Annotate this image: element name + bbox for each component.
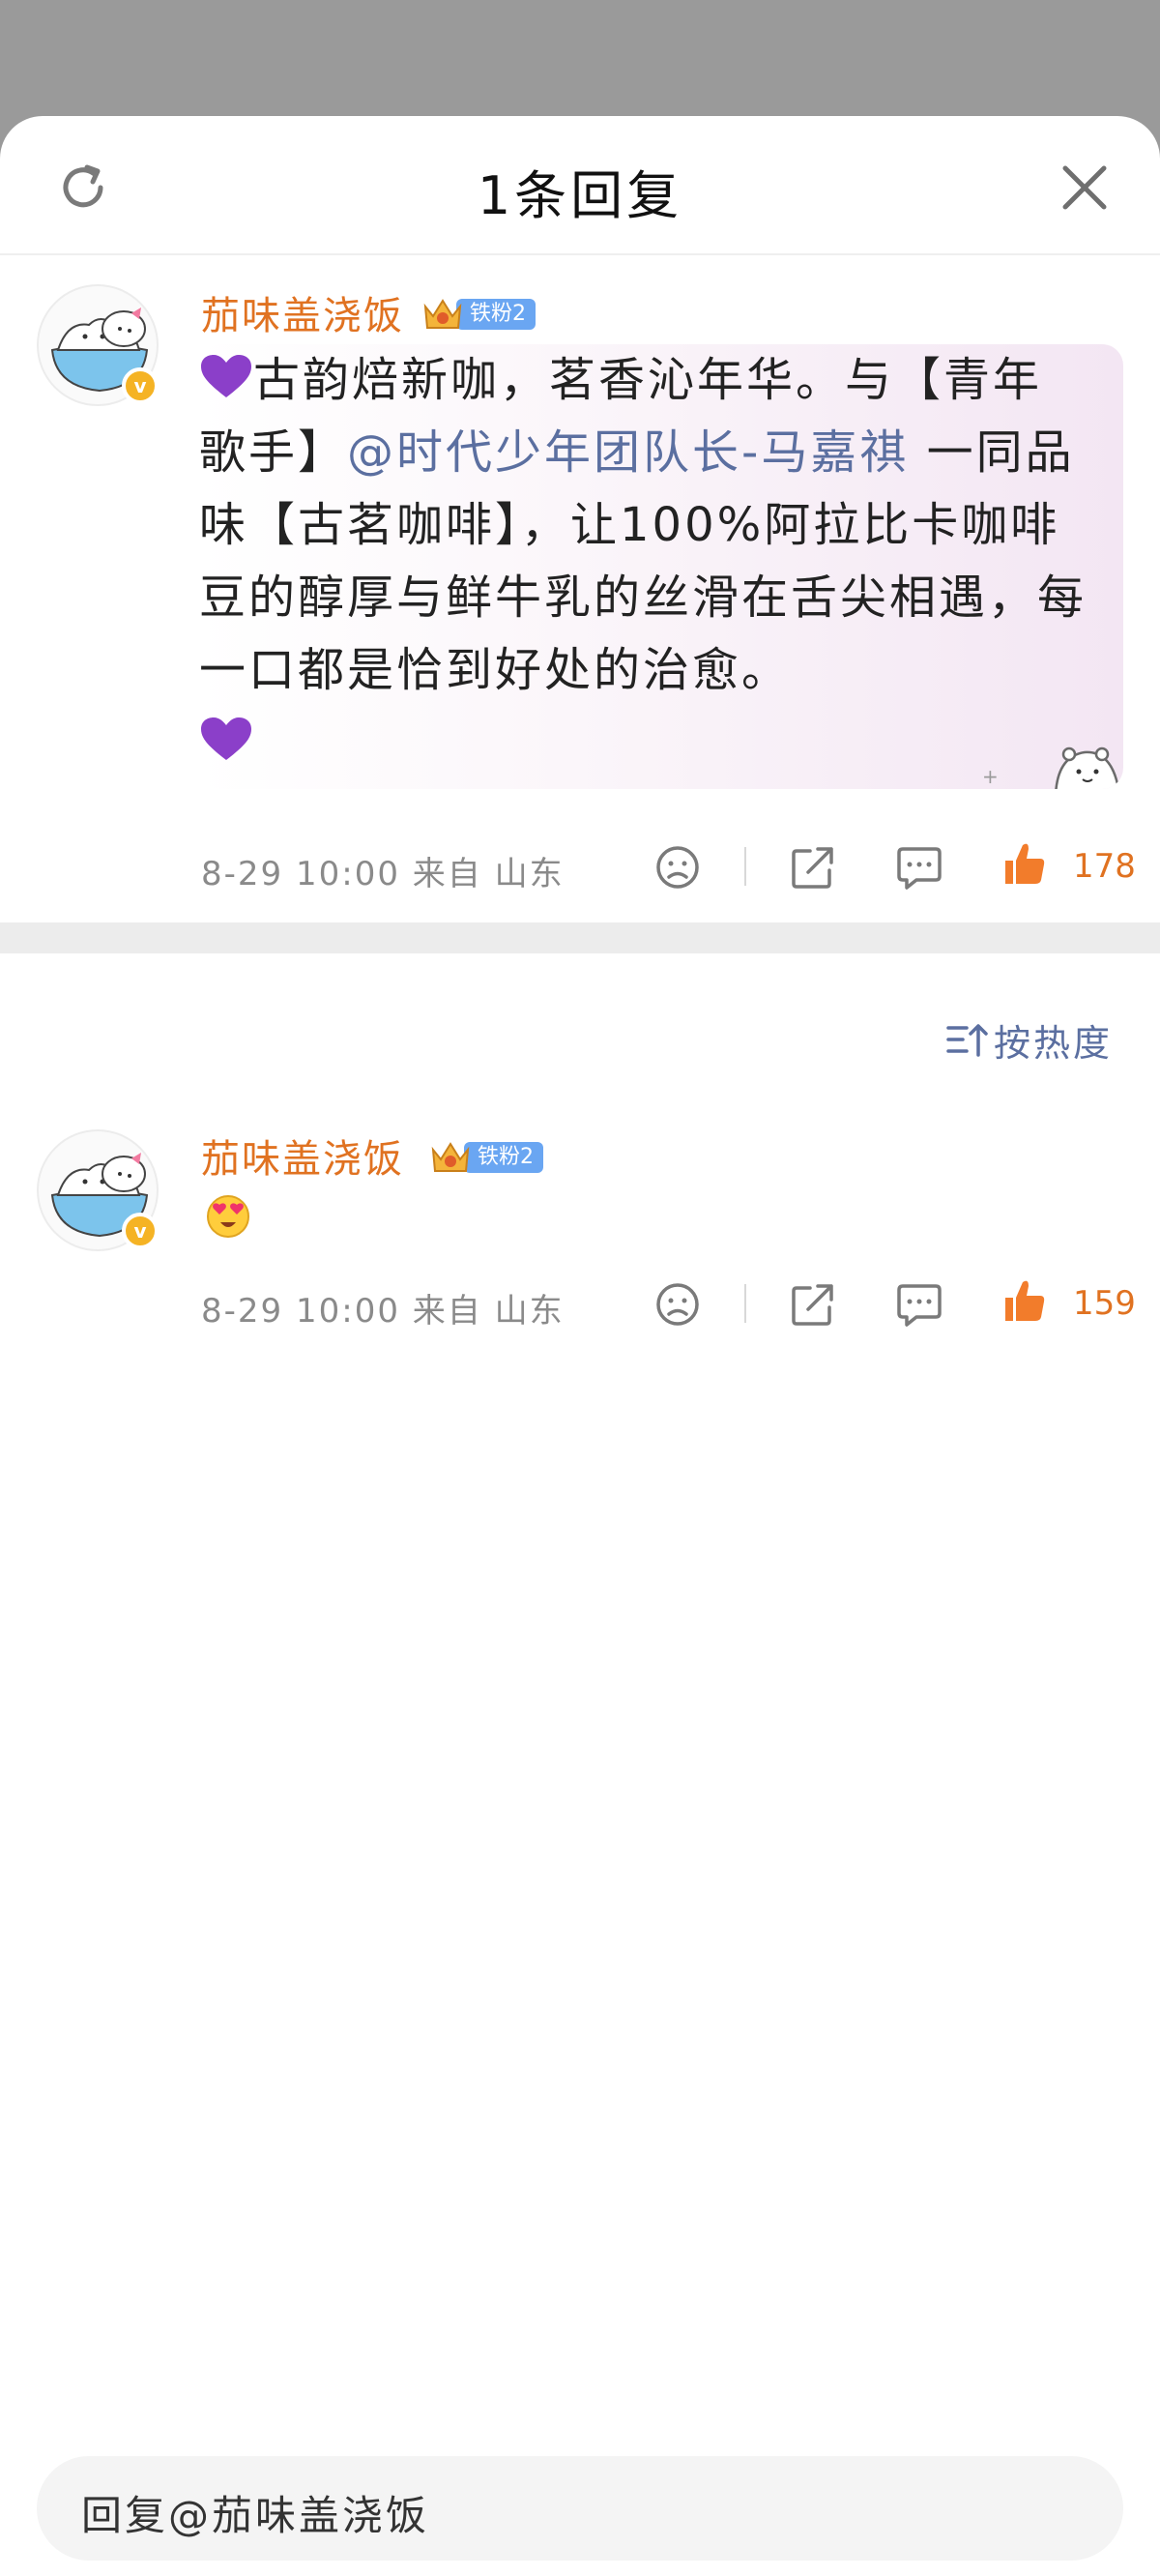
purple-heart-icon (201, 717, 251, 760)
crown-icon (423, 299, 462, 329)
sheet-title: 1条回复 (477, 165, 683, 226)
reply-sheet: 1条回复 + v 茄味盖浇饭 铁粉2 古韵焙新咖，茗香沁年华。与【青年歌手】@时… (0, 116, 1160, 2576)
section-divider (0, 922, 1160, 953)
fan-badge-label: 铁粉2 (464, 1142, 543, 1173)
close-icon[interactable] (1056, 159, 1114, 217)
mention-link[interactable]: @时代少年团队长-马嘉祺 (347, 425, 909, 480)
reply-input[interactable]: 回复@茄味盖浇饭 (37, 2456, 1123, 2561)
like-count: 178 (1073, 847, 1136, 886)
like-icon[interactable] (1001, 1276, 1046, 1325)
divider (744, 847, 746, 886)
comment-actions: 159 (0, 1273, 1160, 1340)
comment-text: 古韵焙新咖，茗香沁年华。与【青年歌手】@时代少年团队长-马嘉祺 一同品味【古茗咖… (199, 344, 1088, 779)
sheet-header: 1条回复 (0, 116, 1160, 255)
comment-icon[interactable] (895, 1280, 943, 1329)
fan-badge-label: 铁粉2 (456, 299, 536, 330)
crown-icon (431, 1142, 470, 1172)
comment-actions: 178 (0, 835, 1160, 903)
sort-by-heat-button[interactable]: 按热度 (945, 1015, 1114, 1065)
purple-heart-icon (201, 355, 251, 397)
verified-badge-icon: v (122, 367, 159, 404)
comment-username[interactable]: 茄味盖浇饭 (201, 284, 404, 340)
dislike-icon[interactable] (653, 843, 702, 892)
dislike-icon[interactable] (653, 1280, 702, 1329)
fan-badge[interactable]: 铁粉2 (420, 298, 536, 331)
fan-badge[interactable]: 铁粉2 (427, 1141, 543, 1174)
comment-username[interactable]: 茄味盖浇饭 (201, 1127, 404, 1184)
share-icon[interactable] (789, 1280, 837, 1329)
sort-icon (946, 1024, 988, 1057)
verified-badge-icon: v (122, 1213, 159, 1249)
like-count: 159 (1073, 1284, 1136, 1323)
avatar[interactable]: v (37, 284, 159, 406)
like-icon[interactable] (1001, 839, 1046, 888)
avatar[interactable]: v (37, 1129, 159, 1251)
share-icon[interactable] (789, 843, 837, 892)
sort-label: 按热度 (994, 1021, 1114, 1065)
divider (744, 1284, 746, 1323)
heart-eyes-emoji-icon (207, 1195, 249, 1238)
reply-placeholder: 回复@茄味盖浇饭 (81, 2492, 430, 2539)
comment-icon[interactable] (895, 843, 943, 892)
